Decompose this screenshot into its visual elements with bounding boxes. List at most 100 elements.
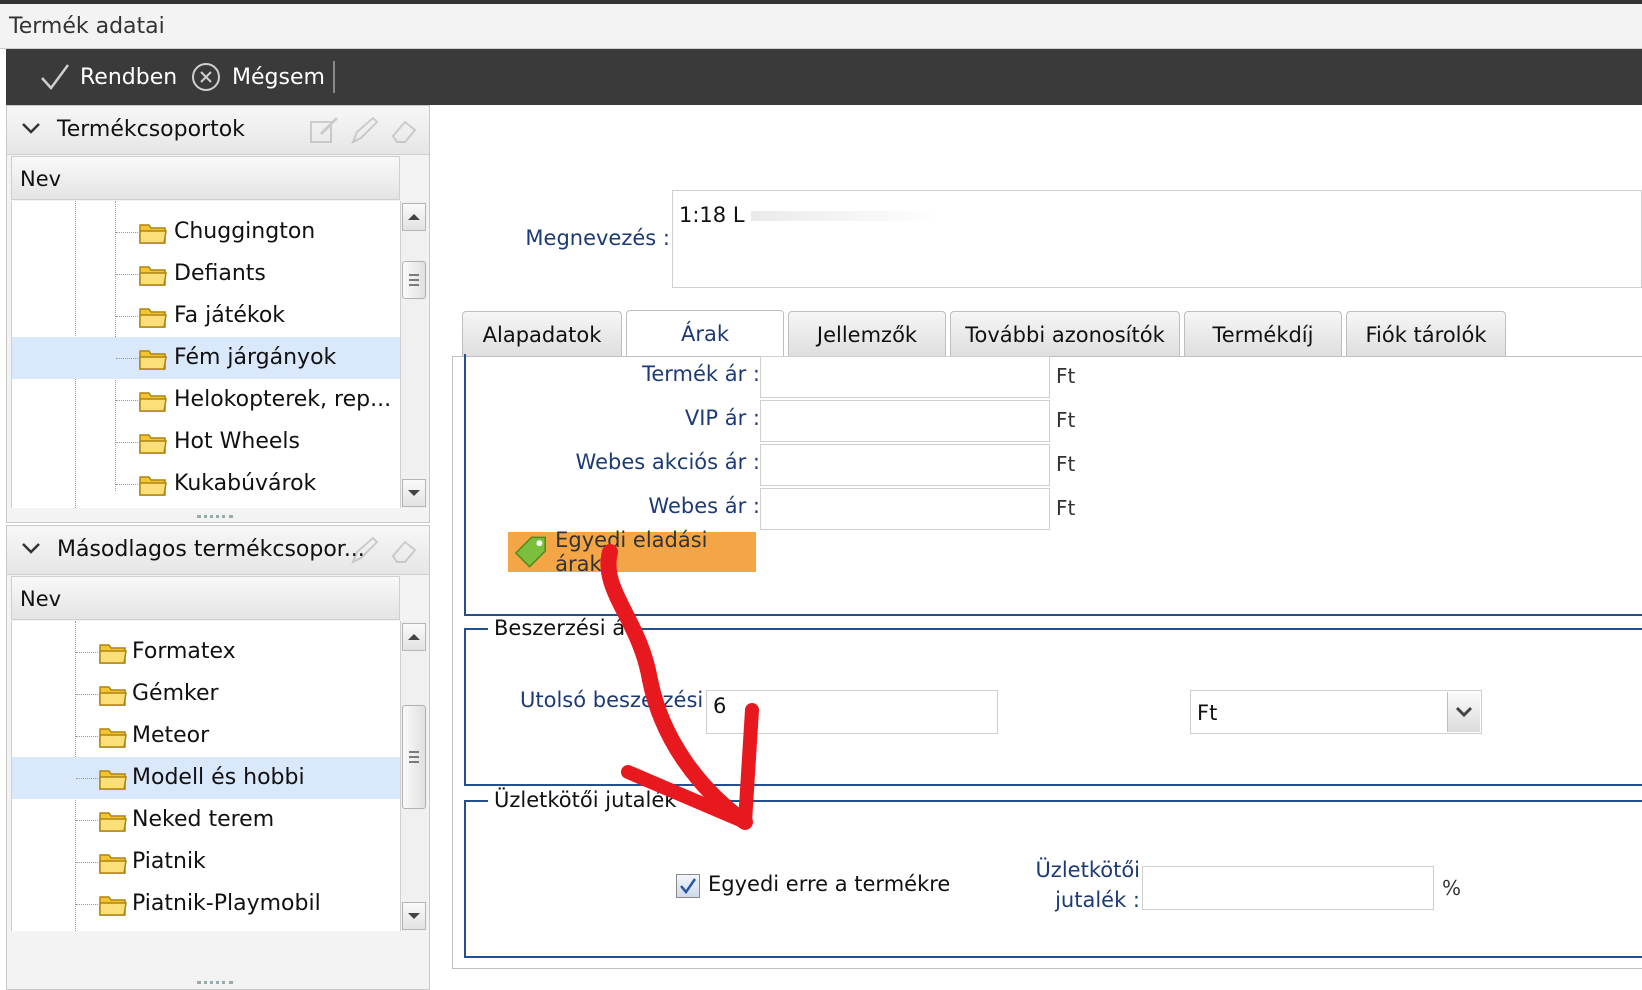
product-groups-tree: Chuggington Defiants Fa játékok Fém járg…	[11, 201, 401, 508]
tree-item[interactable]: Helokopterek, rep...	[12, 379, 401, 421]
product-groups-title: Termékcsoportok	[57, 117, 245, 142]
select-dropdown-button[interactable]	[1447, 692, 1480, 732]
folder-icon	[139, 476, 167, 496]
product-groups-scrollbar[interactable]	[400, 201, 427, 508]
custom-commission-label: Egyedi erre a termékre	[708, 872, 951, 896]
folder-icon	[139, 350, 167, 370]
product-groups-header[interactable]: Termékcsoportok	[7, 106, 429, 155]
edit-icon[interactable]	[309, 116, 339, 144]
folder-icon	[99, 896, 127, 916]
tree-item[interactable]: Piatnik	[12, 841, 401, 883]
cancel-circle-icon	[192, 63, 220, 91]
folder-icon	[99, 854, 127, 874]
folder-icon	[139, 434, 167, 454]
termek-ar-input[interactable]	[760, 356, 1050, 398]
redacted-text	[751, 211, 942, 221]
tab-jellemzok[interactable]: Jellemzők	[788, 311, 946, 357]
secondary-groups-header[interactable]: Másodlagos termékcsopor...	[7, 526, 429, 575]
tree-item[interactable]: Gémker	[12, 673, 401, 715]
webes-akcios-ar-label: Webes akciós ár :	[575, 450, 760, 474]
name-label: Megnevezés :	[525, 226, 670, 250]
scroll-thumb[interactable]	[402, 705, 426, 809]
cancel-button[interactable]: Mégsem	[190, 49, 325, 105]
folder-icon	[99, 812, 127, 832]
tab-tovabbi-azonositok[interactable]: További azonosítók	[950, 311, 1180, 357]
tab-fiok-tarolok[interactable]: Fiók tárolók	[1346, 311, 1506, 357]
secondary-groups-title: Másodlagos termékcsopor...	[57, 537, 365, 562]
checkmark-icon	[680, 878, 697, 895]
webes-ar-label: Webes ár :	[648, 494, 760, 518]
last-purchase-input[interactable]: 6	[706, 690, 998, 734]
tree-item[interactable]: Fa játékok	[12, 295, 401, 337]
tree-item[interactable]: Formatex	[12, 631, 401, 673]
prices-fieldset	[464, 354, 1642, 616]
chevron-down-icon[interactable]	[21, 538, 41, 558]
scroll-up-button[interactable]	[402, 203, 426, 231]
secondary-groups-column-header[interactable]: Nev	[11, 576, 400, 620]
custom-prices-button[interactable]: Egyedi eladási árak	[508, 528, 756, 576]
tree-item[interactable]: Chuggington	[12, 211, 401, 253]
tree-item[interactable]: Neked terem	[12, 799, 401, 841]
tree-item[interactable]: Piatnik-Playmobil	[12, 883, 401, 925]
folder-icon	[99, 686, 127, 706]
eraser-icon[interactable]	[389, 536, 419, 564]
folder-icon	[139, 266, 167, 286]
toolbar: Rendben Mégsem	[6, 49, 1642, 105]
tree-item[interactable]: Meteor	[12, 715, 401, 757]
ok-button-label: Rendben	[80, 64, 178, 90]
currency-unit: Ft	[1056, 408, 1076, 432]
tab-alapadatok[interactable]: Alapadatok	[462, 311, 622, 357]
purchase-price-legend: Beszerzési ár	[488, 616, 640, 640]
currency-unit: Ft	[1056, 364, 1076, 388]
panel-tools	[309, 116, 419, 144]
resize-grip[interactable]	[197, 981, 233, 988]
custom-prices-label: Egyedi eladási árak	[555, 528, 708, 576]
tree-item-selected[interactable]: Fém járgányok	[12, 337, 401, 379]
folder-icon	[99, 728, 127, 748]
scroll-down-button[interactable]	[402, 479, 426, 507]
webes-akcios-ar-input[interactable]	[760, 444, 1050, 486]
ok-button[interactable]: Rendben	[38, 49, 177, 105]
percent-unit: %	[1442, 876, 1462, 900]
currency-select[interactable]: Ft	[1190, 690, 1482, 734]
currency-unit: Ft	[1056, 452, 1076, 476]
tree-item[interactable]: Hot Wheels	[12, 421, 401, 463]
commission-label-line2: jutalék :	[1055, 888, 1140, 912]
toolbar-separator	[333, 61, 335, 93]
tab-termekdij[interactable]: Termékdíj	[1184, 311, 1342, 357]
price-tag-icon	[514, 536, 546, 568]
folder-icon	[99, 644, 127, 664]
scroll-up-button[interactable]	[402, 623, 426, 651]
tree-item[interactable]: Kukabúvárok	[12, 463, 401, 505]
folder-icon	[139, 224, 167, 244]
secondary-groups-scrollbar[interactable]	[400, 621, 427, 931]
tree-item-selected[interactable]: Modell és hobbi	[12, 757, 401, 799]
last-purchase-label: Utolsó beszerzési ár :	[520, 688, 706, 712]
folder-icon	[139, 308, 167, 328]
checkmark-icon	[41, 64, 70, 90]
webes-ar-input[interactable]	[760, 488, 1050, 530]
scroll-thumb[interactable]	[402, 261, 426, 299]
custom-commission-checkbox[interactable]	[676, 874, 700, 898]
vip-ar-label: VIP ár :	[684, 406, 760, 430]
pencil-icon[interactable]	[349, 536, 379, 564]
cancel-button-label: Mégsem	[232, 64, 325, 90]
product-groups-column-header[interactable]: Nev	[11, 156, 400, 200]
name-value: 1:18 L	[679, 203, 745, 227]
folder-icon	[99, 770, 127, 790]
name-textarea[interactable]: 1:18 L	[672, 190, 1642, 288]
commission-label-line1: Üzletkötői	[1035, 858, 1140, 882]
tree-item[interactable]: Defiants	[12, 253, 401, 295]
pencil-icon[interactable]	[349, 116, 379, 144]
vip-ar-input[interactable]	[760, 400, 1050, 442]
currency-unit: Ft	[1056, 496, 1076, 520]
secondary-groups-tree: Formatex Gémker Meteor Modell és hobbi N…	[11, 621, 401, 931]
folder-icon	[139, 392, 167, 412]
chevron-down-icon[interactable]	[21, 118, 41, 138]
eraser-icon[interactable]	[389, 116, 419, 144]
resize-grip[interactable]	[197, 515, 233, 522]
scroll-down-button[interactable]	[402, 902, 426, 930]
tab-arak[interactable]: Árak	[626, 310, 784, 357]
window-titlebar: Termék adatai	[0, 4, 1642, 49]
commission-input[interactable]	[1142, 866, 1434, 910]
